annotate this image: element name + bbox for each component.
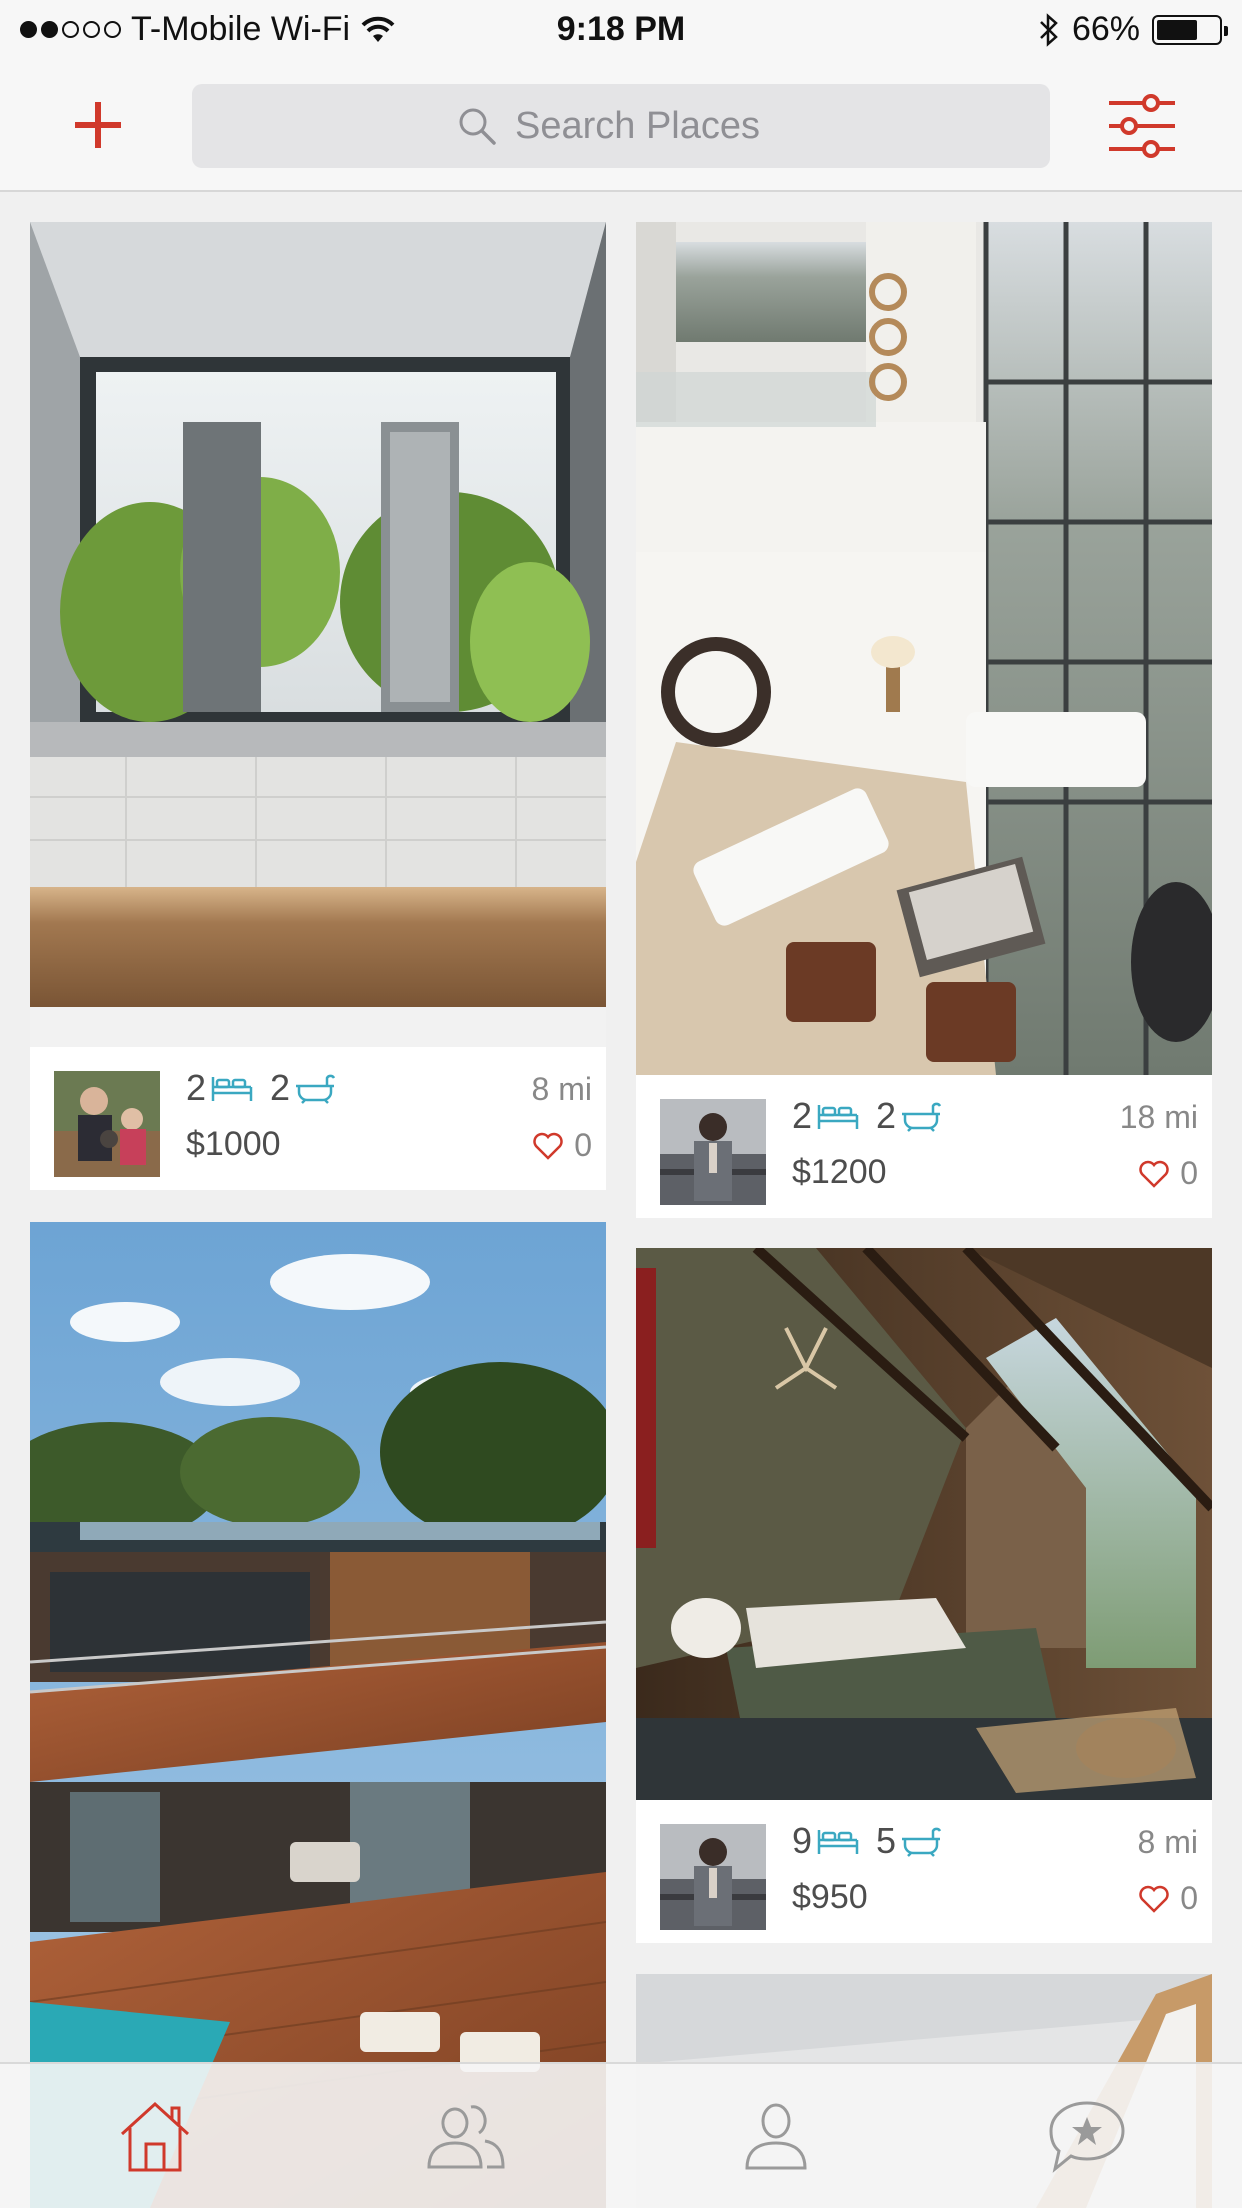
- listing-price: $950: [792, 1878, 868, 1916]
- listing-photo[interactable]: [30, 222, 606, 1047]
- heart-icon: [1139, 1160, 1169, 1188]
- like-count: 0: [1180, 1155, 1198, 1191]
- tab-favorites[interactable]: [932, 2064, 1242, 2208]
- host-avatar[interactable]: [54, 1071, 160, 1177]
- tab-home[interactable]: [0, 2064, 311, 2208]
- sliders-icon: [1109, 94, 1175, 158]
- bath-count: 2: [876, 1095, 897, 1136]
- listing-amenities: 9 5: [792, 1820, 958, 1862]
- top-bar: [0, 62, 1242, 192]
- filter-button[interactable]: [1102, 88, 1182, 164]
- listing-price: $1200: [792, 1153, 887, 1191]
- listing-info: 2 2 $1200 18 mi 0: [636, 1075, 1212, 1218]
- like-button[interactable]: 0: [1138, 1880, 1198, 1917]
- search-bar[interactable]: [192, 84, 1050, 168]
- plus-icon: [75, 102, 121, 148]
- like-button[interactable]: 0: [532, 1127, 592, 1164]
- bathtub-icon: [902, 1827, 942, 1857]
- listing-card[interactable]: 2 2 $1200 18 mi 0: [636, 222, 1212, 1218]
- tab-people[interactable]: [311, 2064, 622, 2208]
- listing-card[interactable]: [30, 1222, 606, 2208]
- listing-amenities: 2 2: [792, 1095, 958, 1137]
- host-avatar[interactable]: [660, 1824, 766, 1930]
- listing-distance: 8 mi: [531, 1071, 592, 1107]
- battery-level: [1157, 19, 1197, 40]
- listing-photo[interactable]: [636, 222, 1212, 1075]
- battery-icon: [1152, 14, 1228, 45]
- listing-info: 2 2 $1000 8 mi 0: [30, 1047, 606, 1190]
- listing-card[interactable]: 9 5 $950 8 mi 0: [636, 1248, 1212, 1943]
- bed-icon: [817, 1830, 859, 1854]
- bath-count: 2: [270, 1067, 291, 1108]
- favorites-chat-icon: [1049, 2101, 1125, 2173]
- listing-card[interactable]: 2 2 $1000 8 mi 0: [30, 222, 606, 1190]
- bath-count: 5: [876, 1820, 897, 1861]
- home-icon: [121, 2101, 190, 2172]
- status-right: 66%: [1038, 10, 1228, 49]
- bluetooth-icon: [1040, 12, 1058, 47]
- add-place-button[interactable]: [60, 90, 136, 160]
- bed-count: 2: [186, 1067, 207, 1108]
- heart-icon: [533, 1132, 563, 1160]
- battery-percent: 66%: [1071, 10, 1140, 48]
- heart-icon: [1139, 1885, 1169, 1913]
- listing-photo[interactable]: [636, 1248, 1212, 1800]
- bed-icon: [211, 1077, 253, 1101]
- status-bar: T-Mobile Wi-Fi 9:18 PM 66%: [0, 0, 1242, 62]
- like-button[interactable]: 0: [1138, 1155, 1198, 1192]
- search-icon: [459, 108, 496, 145]
- profile-icon: [745, 2103, 807, 2170]
- like-count: 0: [574, 1127, 592, 1163]
- tab-profile[interactable]: [621, 2064, 932, 2208]
- listing-photo[interactable]: [30, 1222, 606, 2208]
- bathtub-icon: [902, 1102, 942, 1132]
- people-icon: [427, 2105, 505, 2169]
- listing-amenities: 2 2: [186, 1067, 352, 1109]
- listing-distance: 8 mi: [1137, 1824, 1198, 1860]
- host-avatar[interactable]: [660, 1099, 766, 1205]
- bed-count: 2: [792, 1095, 813, 1136]
- bed-count: 9: [792, 1820, 813, 1861]
- listing-price: $1000: [186, 1125, 281, 1163]
- search-input[interactable]: [515, 104, 785, 148]
- bed-icon: [817, 1105, 859, 1129]
- listing-info: 9 5 $950 8 mi 0: [636, 1800, 1212, 1943]
- bathtub-icon: [296, 1074, 336, 1104]
- listing-distance: 18 mi: [1119, 1099, 1198, 1135]
- tab-bar: [0, 2062, 1242, 2208]
- like-count: 0: [1180, 1880, 1198, 1916]
